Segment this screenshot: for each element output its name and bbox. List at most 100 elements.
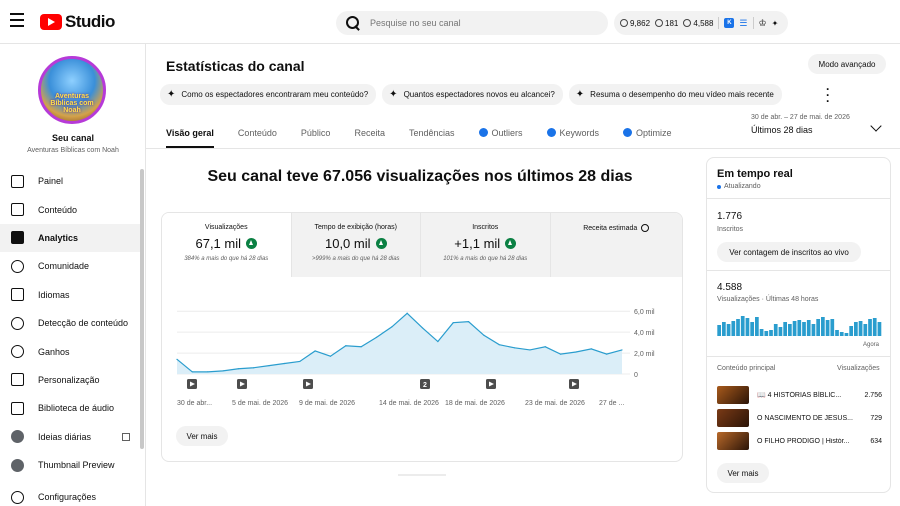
y-tick-label: 6,0 mil	[634, 309, 655, 316]
sidebar-item-painel[interactable]: Painel	[0, 167, 140, 195]
sidebar-item-configuracoes[interactable]: Configurações	[0, 483, 140, 506]
metric-views[interactable]: Visualizações 67,1 mil 384% a mais do qu…	[162, 213, 292, 277]
metric-label: Inscritos	[472, 224, 499, 231]
data-point	[329, 355, 332, 357]
live-subscriber-count-button[interactable]: Ver contagem de inscritos ao vivo	[717, 242, 861, 262]
realtime-bar	[731, 321, 736, 336]
search-icon[interactable]	[346, 16, 360, 30]
magic-wand-icon	[11, 373, 24, 387]
stats-pill[interactable]: 9,862 181 4,588 K ☰ ♔ ✦	[614, 11, 788, 35]
sidebar-item-comunidade[interactable]: Comunidade	[0, 252, 140, 280]
top-video-row[interactable]: 📖 4 HISTÓRIAS BÍBLIC... 2.756	[717, 386, 882, 404]
tab-keywords[interactable]: Keywords	[546, 120, 599, 148]
more-options-icon[interactable]: · · ·	[826, 83, 830, 107]
sidebar-item-idiomas[interactable]: Idiomas	[0, 281, 140, 309]
sidebar-item-conteudo[interactable]: Conteúdo	[0, 195, 140, 223]
realtime-bar	[745, 318, 750, 336]
views-header: Visualizações	[837, 365, 880, 372]
video-title: O FILHO PRÓDIGO | Histór...	[757, 437, 850, 445]
divider	[718, 17, 720, 29]
realtime-bar	[821, 317, 825, 336]
realtime-see-more-button[interactable]: Ver mais	[717, 463, 769, 483]
sidebar-item-biblioteca-audio[interactable]: Biblioteca de áudio	[0, 394, 140, 422]
studio-logo-text: Studio	[65, 12, 115, 31]
chip-summarize-latest[interactable]: ✦ Resuma o desempenho do meu vídeo mais r…	[568, 84, 782, 105]
data-point	[467, 321, 470, 323]
sidebar-item-ganhos[interactable]: Ganhos	[0, 337, 140, 365]
y-tick-label: 4,0 mil	[634, 330, 655, 337]
studio-logo[interactable]: Studio	[40, 12, 115, 32]
tab-revenue[interactable]: Receita	[354, 120, 385, 148]
realtime-bar	[835, 330, 839, 336]
community-icon	[11, 259, 24, 273]
realtime-bar	[769, 330, 773, 336]
analytics-icon	[11, 231, 24, 245]
realtime-bar	[759, 329, 764, 336]
tab-audience[interactable]: Público	[301, 120, 331, 148]
headline: Seu canal teve 67.056 visualizações nos …	[207, 168, 633, 185]
sidebar-scrollbar[interactable]	[140, 169, 144, 449]
search-bar[interactable]	[336, 11, 608, 35]
sidebar-item-deteccao[interactable]: Detecção de conteúdo	[0, 309, 140, 337]
realtime-bar	[854, 322, 858, 336]
metric-value: 10,0 mil	[292, 236, 421, 251]
chevron-down-icon[interactable]	[870, 120, 882, 132]
top-video-row[interactable]: O FILHO PRÓDIGO | Histór... 634	[717, 432, 882, 450]
data-point	[283, 362, 286, 365]
sidebar-item-personalizacao[interactable]: Personalização	[0, 366, 140, 394]
divider	[752, 17, 754, 29]
video-title: O NASCIMENTO DE JESUS...	[757, 414, 853, 422]
arrow-up-icon	[505, 238, 517, 249]
tab-content[interactable]: Conteúdo	[238, 120, 277, 148]
sparkle-icon[interactable]: ✦	[772, 19, 779, 28]
data-point	[437, 340, 439, 343]
date-range-picker[interactable]: 30 de abr. – 27 de mai. de 2026 Últimos …	[751, 114, 850, 135]
tab-overview[interactable]: Visão geral	[166, 120, 214, 148]
advanced-mode-button[interactable]: Modo avançado	[808, 54, 886, 74]
metric-watch-time[interactable]: Tempo de exibição (horas) 10,0 mil >999%…	[291, 213, 421, 277]
sidebar-item-thumbnail-preview[interactable]: Thumbnail Preview	[0, 451, 140, 479]
ideas-icon	[11, 430, 24, 444]
dollar-icon	[11, 345, 24, 359]
arrow-up-icon	[375, 238, 387, 249]
realtime-bars[interactable]	[717, 314, 882, 336]
optimize-icon	[623, 128, 633, 137]
views-chart[interactable]: 6,0 mil 4,0 mil 2,0 mil 0 2 30 de abr... 5 de …	[172, 299, 672, 417]
realtime-bar	[722, 322, 726, 336]
queue-icon[interactable]: ☰	[739, 18, 747, 29]
realtime-bar	[858, 321, 863, 336]
search-input[interactable]	[370, 18, 590, 28]
channel-handle: Aventuras Bíblicas com Noah	[27, 147, 119, 154]
sidebar-item-ideias-diarias[interactable]: Ideias diárias	[0, 423, 140, 451]
extension-badge-icon[interactable]: K	[724, 18, 735, 28]
realtime-subs-label: Inscritos	[717, 226, 744, 233]
data-point	[498, 344, 500, 346]
x-tick-label: 23 de mai. de 2026	[525, 400, 585, 407]
y-tick-label: 2,0 mil	[634, 351, 655, 358]
realtime-bar	[764, 331, 769, 336]
menu-icon[interactable]	[10, 13, 26, 31]
chip-new-viewers[interactable]: ✦ Quantos espectadores novos eu alcancei?	[382, 84, 563, 105]
chip-how-found[interactable]: ✦ Como os espectadores encontraram meu co…	[160, 84, 377, 105]
channel-avatar[interactable]: Aventuras Bíblicas com Noah	[38, 56, 106, 124]
live-dot-icon	[717, 184, 721, 189]
realtime-bar	[811, 324, 816, 336]
tab-outliers[interactable]: Outliers	[478, 120, 523, 148]
tab-optimize[interactable]: Optimize	[623, 120, 672, 148]
stat-subscribers: 9,862	[620, 19, 650, 28]
tab-trends[interactable]: Tendências	[409, 120, 455, 148]
see-more-button[interactable]: Ver mais	[176, 426, 228, 446]
metric-revenue[interactable]: Receita estimada	[550, 213, 682, 277]
realtime-views-label: Visualizações · Últimas 48 horas	[717, 296, 819, 303]
data-point	[590, 348, 592, 350]
analytics-tabs: Visão geral Conteúdo Público Receita Ten…	[166, 120, 696, 148]
metric-comparison: 101% a mais do que há 28 dias	[443, 256, 528, 262]
sidebar-item-analytics[interactable]: Analytics	[0, 223, 140, 253]
trophy-icon[interactable]: ♔	[759, 18, 767, 29]
sparkle-icon: ✦	[389, 89, 398, 100]
realtime-panel: Em tempo real Atualizando 1.776 Inscrito…	[706, 157, 891, 493]
top-video-row[interactable]: O NASCIMENTO DE JESUS... 729	[717, 409, 882, 427]
youtube-logo-icon	[40, 14, 62, 30]
realtime-bar	[825, 320, 830, 336]
metric-subscribers[interactable]: Inscritos +1,1 mil 101% a mais do que há…	[421, 213, 551, 277]
